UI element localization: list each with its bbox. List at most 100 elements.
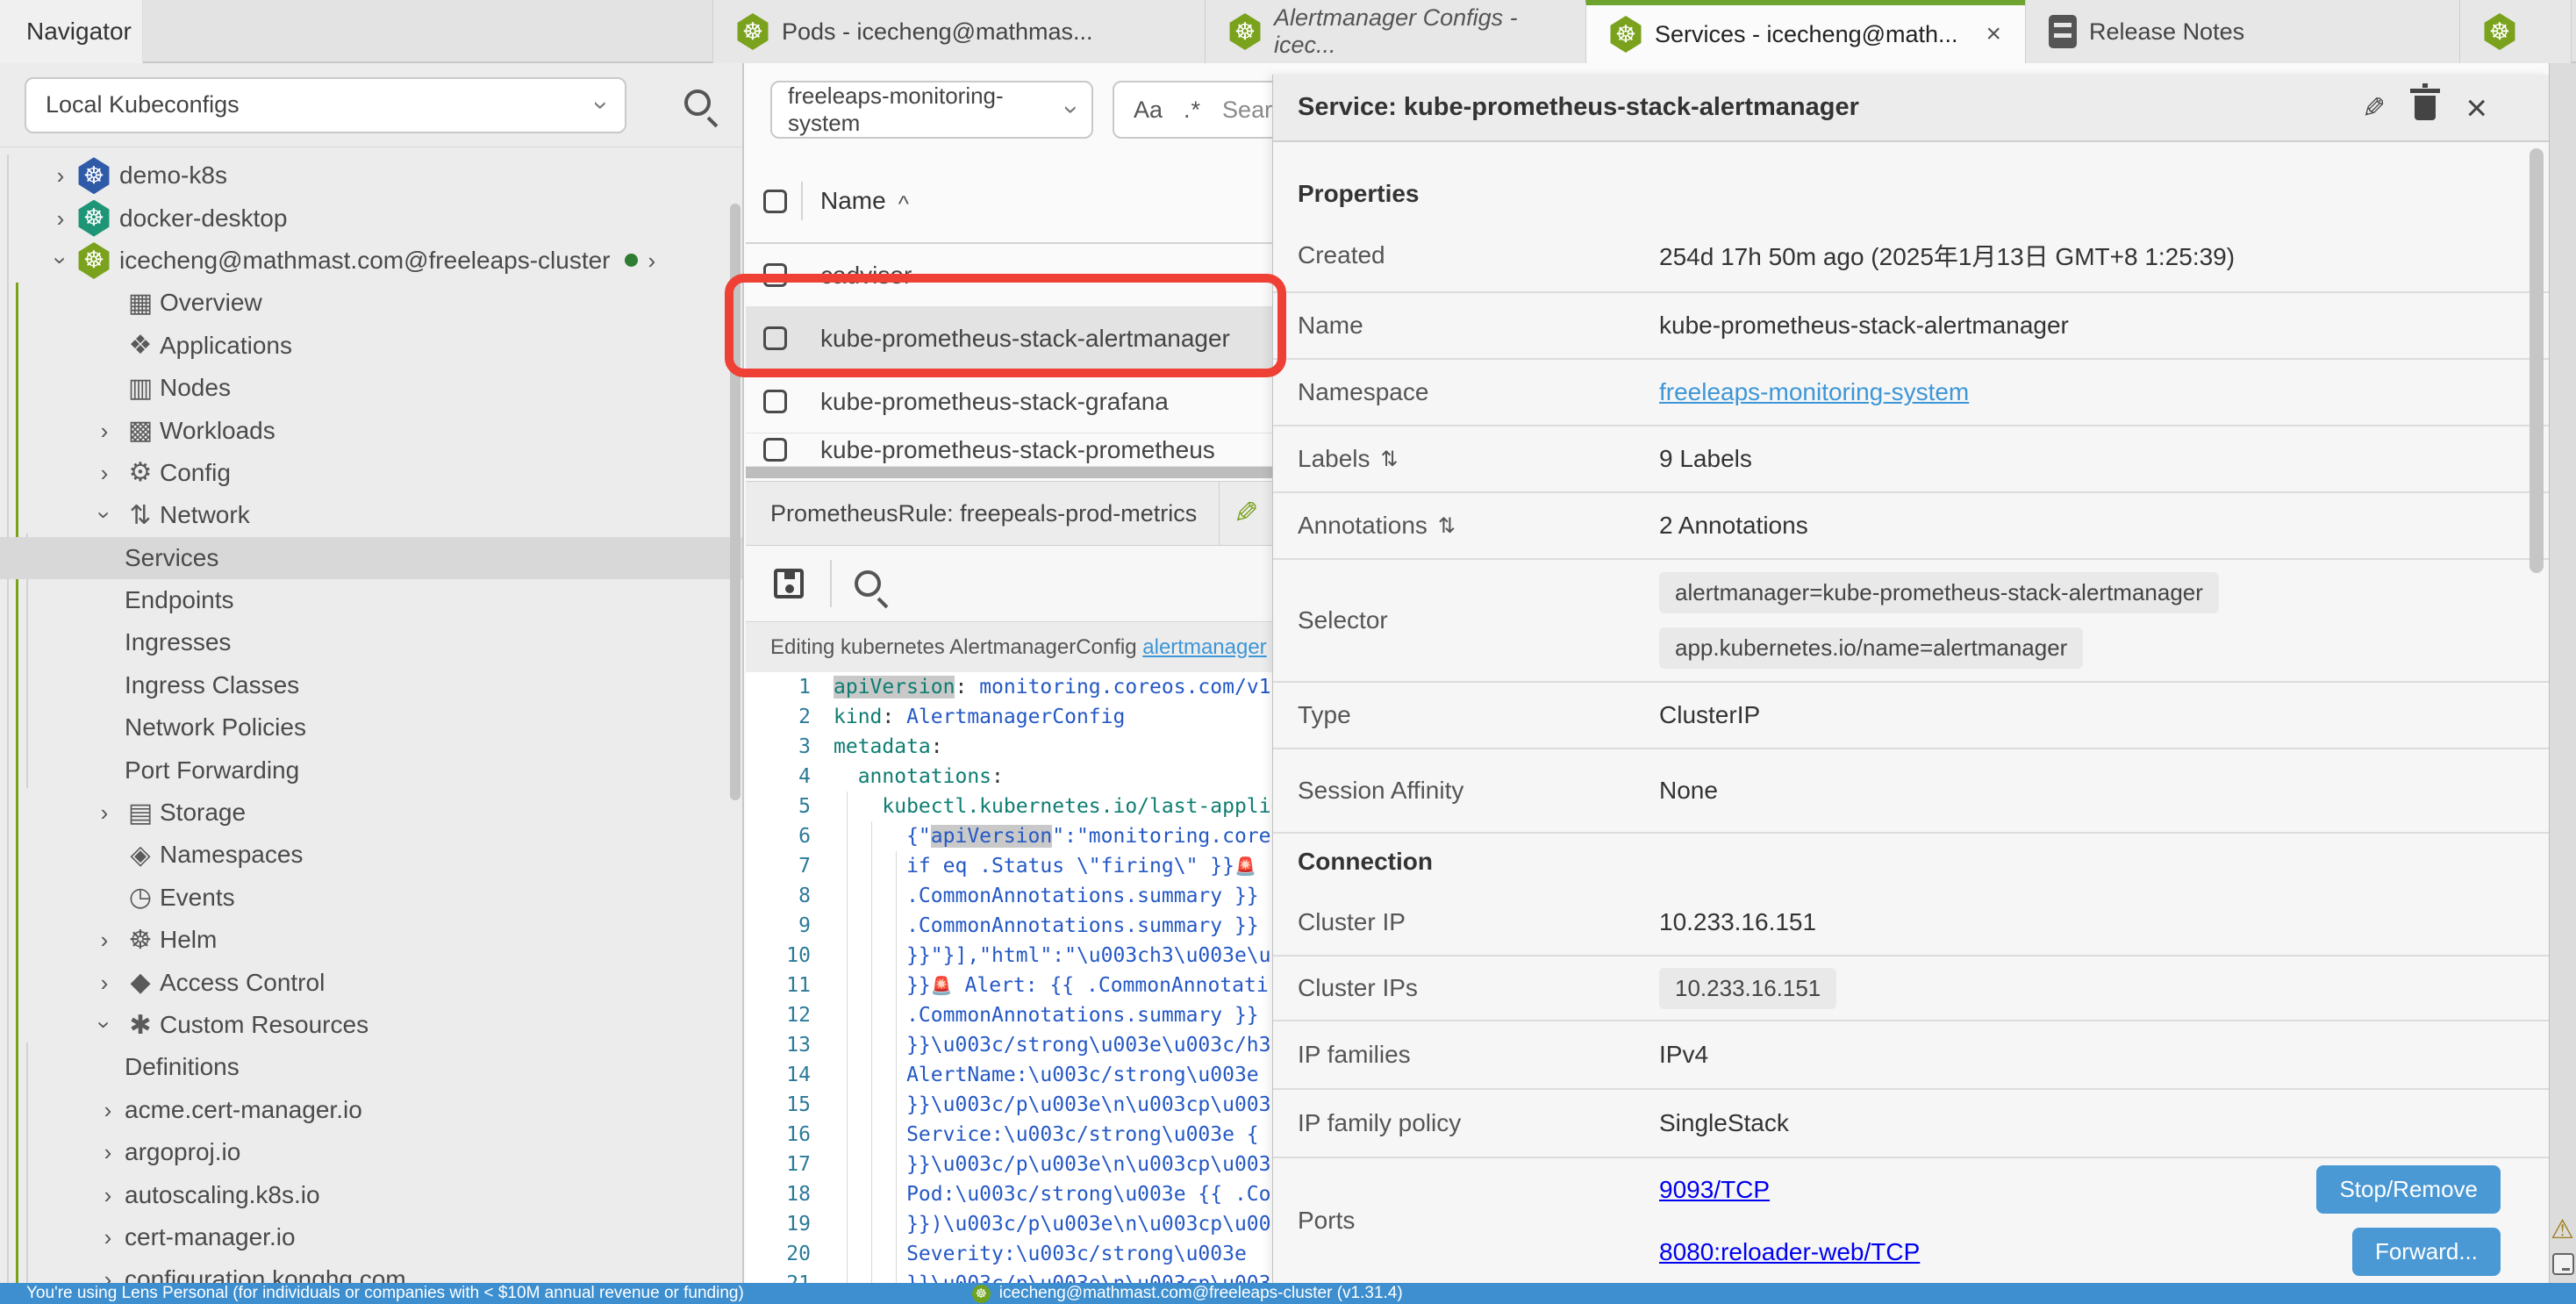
sort-toggle-icon[interactable]: ⇅ bbox=[1381, 447, 1399, 472]
edit-icon[interactable]: ✎ bbox=[1220, 496, 1273, 531]
yaml-editor[interactable]: 1apiVersion: monitoring.coreos.com/v12ki… bbox=[746, 672, 1272, 1283]
row-label: Name bbox=[1298, 312, 1659, 340]
sidebar-item-nodes[interactable]: ▥Nodes bbox=[0, 367, 744, 409]
chevron-right-icon[interactable]: › bbox=[91, 1268, 125, 1283]
row-checkbox[interactable] bbox=[763, 390, 787, 413]
chevron-right-icon[interactable]: › bbox=[648, 249, 656, 272]
sidebar-item-applications[interactable]: ❖Applications bbox=[0, 325, 744, 367]
editor-search-icon[interactable] bbox=[855, 570, 881, 597]
row-label-text: Annotations bbox=[1298, 512, 1428, 540]
warning-icon[interactable]: ⚠ bbox=[2551, 1214, 2574, 1245]
kubeconfig-select[interactable]: Local Kubeconfigs › bbox=[25, 77, 626, 133]
sidebar-item-helm[interactable]: ›☸Helm bbox=[0, 919, 744, 961]
sidebar-item-label: Workloads bbox=[160, 417, 275, 445]
sidebar-item-cert-manager-io[interactable]: ›cert-manager.io bbox=[0, 1216, 744, 1258]
tab-release[interactable]: Release Notes bbox=[2025, 0, 2460, 63]
line-number: 5 bbox=[746, 795, 834, 818]
select-all-checkbox[interactable] bbox=[763, 190, 787, 213]
drawer-scrollbar[interactable] bbox=[2529, 148, 2544, 573]
chevron-glyph: › bbox=[101, 419, 109, 442]
sidebar-item-ingresses[interactable]: Ingresses bbox=[0, 621, 744, 663]
row-label: IP family policy bbox=[1298, 1109, 1659, 1137]
namespace-link[interactable]: freeleaps-monitoring-system bbox=[1659, 378, 1969, 405]
chevron-right-icon[interactable]: › bbox=[91, 1099, 125, 1121]
sidebar-item-network[interactable]: ›⇅Network bbox=[0, 494, 744, 536]
sidebar-item-services[interactable]: Services bbox=[0, 537, 744, 579]
match-case-toggle[interactable]: Aa bbox=[1134, 97, 1163, 124]
document-icon bbox=[2049, 15, 2077, 48]
sidebar-item-argoproj-io[interactable]: ›argoproj.io bbox=[0, 1131, 744, 1173]
row-checkbox[interactable] bbox=[763, 438, 787, 462]
tab-pods[interactable]: ☸Pods - icecheng@mathmas... bbox=[712, 0, 1206, 63]
regex-toggle[interactable]: .* bbox=[1184, 97, 1201, 124]
sidebar-item-configuration-konghq-com[interactable]: ›configuration.konghq.com bbox=[0, 1258, 744, 1283]
name-column-header[interactable]: Name bbox=[820, 187, 886, 215]
chevron-right-icon[interactable]: › bbox=[88, 462, 121, 484]
sort-asc-icon[interactable]: ^ bbox=[898, 190, 909, 218]
stop-remove-button[interactable]: Stop/Remove bbox=[2316, 1165, 2501, 1214]
port-link[interactable]: 9093/TCP bbox=[1659, 1176, 1770, 1204]
tab-partial[interactable]: ☸ bbox=[2459, 0, 2572, 63]
forward-button[interactable]: Forward... bbox=[2352, 1228, 2501, 1276]
tab-alertmanager[interactable]: ☸Alertmanager Configs - icec... bbox=[1205, 0, 1586, 63]
chevron-right-icon[interactable]: › bbox=[44, 207, 77, 230]
code-token: : bbox=[882, 706, 906, 728]
chevron-down-icon[interactable]: › bbox=[88, 1014, 121, 1036]
chevron-right-icon[interactable]: › bbox=[88, 971, 121, 994]
indent-guide bbox=[871, 821, 872, 1283]
chevron-right-icon[interactable]: › bbox=[91, 1184, 125, 1207]
table-row[interactable]: kube-prometheus-stack-prometheus bbox=[746, 433, 1272, 467]
delete-icon[interactable] bbox=[2415, 96, 2436, 120]
sidebar-item-config[interactable]: ›⚙Config bbox=[0, 452, 744, 494]
sidebar-item-docker-desktop[interactable]: ›☸docker-desktop bbox=[0, 197, 744, 239]
sidebar-item-access-control[interactable]: ›◆Access Control bbox=[0, 961, 744, 1003]
tab-services[interactable]: ☸Services - icecheng@math...× bbox=[1585, 0, 2026, 63]
namespace-select[interactable]: freeleaps-monitoring-system › bbox=[770, 81, 1093, 139]
chevron-right-icon[interactable]: › bbox=[91, 1226, 125, 1249]
kubernetes-icon: ☸ bbox=[77, 200, 111, 237]
sidebar-item-overview[interactable]: ▦Overview bbox=[0, 282, 744, 324]
sidebar-item-network-policies[interactable]: Network Policies bbox=[0, 706, 744, 749]
port-link[interactable]: 8080:reloader-web/TCP bbox=[1659, 1238, 1920, 1266]
sidebar-item-workloads[interactable]: › ▩Workloads bbox=[0, 409, 744, 451]
search-input[interactable]: Aa .* Search bbox=[1113, 81, 1272, 139]
cluster-status[interactable]: ☸ icecheng@mathmast.com@freeleaps-cluste… bbox=[972, 1284, 1403, 1303]
chevron-down-icon[interactable]: › bbox=[88, 504, 121, 527]
chevron-right-icon[interactable]: › bbox=[88, 928, 121, 951]
search-icon[interactable] bbox=[684, 90, 711, 116]
sidebar-item-ingress-classes[interactable]: Ingress Classes bbox=[0, 664, 744, 706]
sidebar-item-endpoints[interactable]: Endpoints bbox=[0, 579, 744, 621]
chevron-right-icon[interactable]: › bbox=[91, 1141, 125, 1164]
sidebar-item-demo-k8s[interactable]: ›☸demo-k8s bbox=[0, 154, 744, 197]
chevron-right-icon[interactable]: › bbox=[88, 801, 121, 824]
sidebar-item-namespaces[interactable]: ◈Namespaces bbox=[0, 834, 744, 876]
kubernetes-icon: ☸ bbox=[77, 157, 111, 194]
chevron-right-icon[interactable]: › bbox=[88, 419, 121, 442]
terminal-dock-icon[interactable] bbox=[2552, 1253, 2574, 1275]
sidebar-item-autoscaling-k8s-io[interactable]: ›autoscaling.k8s.io bbox=[0, 1173, 744, 1215]
code-line: 6 {"apiVersion":"monitoring.coreos.com bbox=[746, 821, 1272, 851]
sidebar-item-acme-cert-manager-io[interactable]: ›acme.cert-manager.io bbox=[0, 1089, 744, 1131]
code-token: : bbox=[955, 676, 979, 699]
close-icon[interactable]: × bbox=[2465, 90, 2487, 126]
row-label: Selector bbox=[1298, 606, 1659, 634]
sidebar-item-icecheng-mathmast-com-freeleaps-cluster[interactable]: ›☸icecheng@mathmast.com@freeleaps-cluste… bbox=[0, 240, 744, 282]
edit-icon[interactable]: ✎ bbox=[2362, 91, 2386, 125]
save-icon[interactable] bbox=[774, 569, 804, 598]
sidebar-item-storage[interactable]: ›▤Storage bbox=[0, 792, 744, 834]
editing-resource-link[interactable]: alertmanager bbox=[1142, 635, 1266, 660]
table-row[interactable]: kube-prometheus-stack-grafana bbox=[746, 370, 1272, 433]
line-number: 11 bbox=[746, 974, 834, 997]
chevron-right-icon[interactable]: › bbox=[44, 164, 77, 187]
close-icon[interactable]: × bbox=[1986, 19, 2002, 49]
sidebar-item-custom-resources[interactable]: ›✱Custom Resources bbox=[0, 1004, 744, 1046]
sidebar-item-port-forwarding[interactable]: Port Forwarding bbox=[0, 749, 744, 791]
sidebar-item-events[interactable]: ◷Events bbox=[0, 877, 744, 919]
workloads-icon: ▩ bbox=[121, 415, 160, 446]
sidebar-item-definitions[interactable]: Definitions bbox=[0, 1046, 744, 1088]
code-token bbox=[834, 795, 882, 818]
sidebar-item-label: Services bbox=[125, 544, 218, 572]
horizontal-scrollbar[interactable] bbox=[746, 467, 1272, 478]
chevron-down-icon[interactable]: › bbox=[44, 249, 77, 272]
sort-toggle-icon[interactable]: ⇅ bbox=[1438, 513, 1456, 539]
